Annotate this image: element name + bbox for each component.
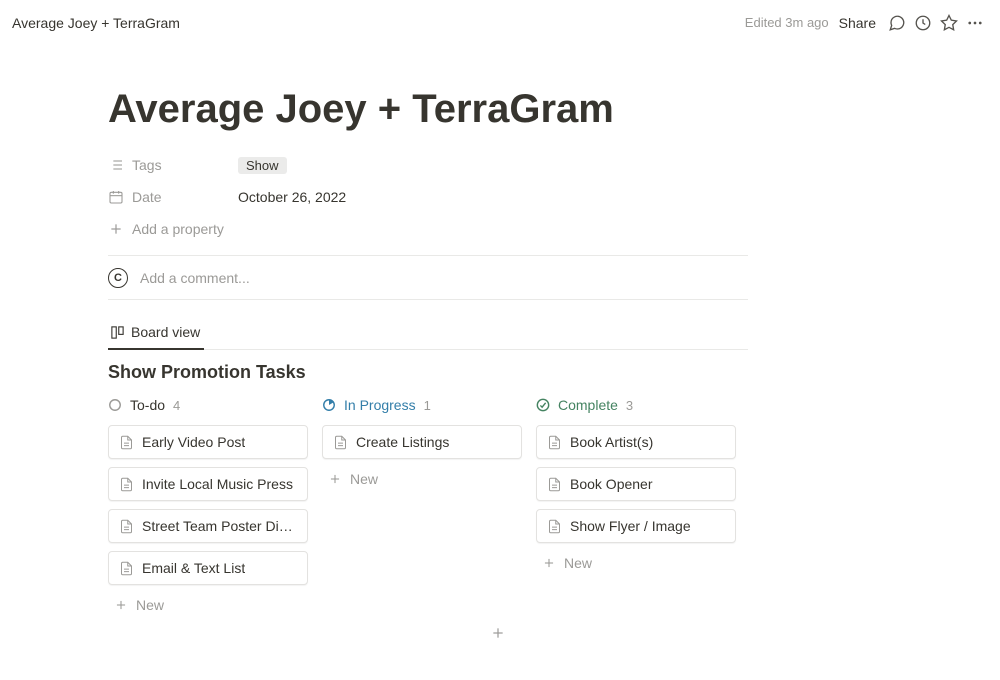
card[interactable]: Book Artist(s): [536, 425, 736, 459]
card[interactable]: Street Team Poster Distribution: [108, 509, 308, 543]
new-card-button[interactable]: New: [108, 593, 308, 617]
status-complete-icon: [536, 398, 550, 412]
column-header-complete[interactable]: Complete 3: [536, 393, 736, 417]
plus-icon: [108, 221, 124, 237]
more-icon[interactable]: [962, 10, 988, 36]
date-value[interactable]: October 26, 2022: [238, 189, 346, 205]
property-tags[interactable]: Tags Show: [108, 149, 748, 181]
breadcrumb-title[interactable]: Average Joey + TerraGram: [12, 15, 180, 31]
topbar: Average Joey + TerraGram Edited 3m ago S…: [0, 0, 1000, 45]
page-icon: [119, 477, 134, 492]
board-icon: [110, 325, 125, 340]
database-title[interactable]: Show Promotion Tasks: [108, 362, 748, 383]
tab-board-view[interactable]: Board view: [108, 318, 204, 350]
status-inprogress-icon: [322, 398, 336, 412]
share-button[interactable]: Share: [839, 15, 876, 31]
column-header-todo[interactable]: To-do 4: [108, 393, 308, 417]
column-complete: Complete 3 Book Artist(s) Book Opener Sh…: [536, 393, 736, 617]
page-icon: [547, 477, 562, 492]
plus-icon: [114, 598, 128, 612]
column-todo: To-do 4 Early Video Post Invite Local Mu…: [108, 393, 308, 617]
column-header-inprogress[interactable]: In Progress 1: [322, 393, 522, 417]
favorite-icon[interactable]: [936, 10, 962, 36]
page-icon: [547, 519, 562, 534]
comments-icon[interactable]: [884, 10, 910, 36]
page-icon: [119, 519, 134, 534]
new-card-button[interactable]: New: [536, 551, 736, 575]
card[interactable]: Create Listings: [322, 425, 522, 459]
page-icon: [119, 561, 134, 576]
plus-icon: [490, 625, 506, 641]
page-icon: [119, 435, 134, 450]
card[interactable]: Invite Local Music Press: [108, 467, 308, 501]
plus-icon: [328, 472, 342, 486]
new-card-button[interactable]: New: [322, 467, 522, 491]
edited-time: Edited 3m ago: [745, 15, 829, 30]
add-block-button[interactable]: [490, 625, 506, 646]
card[interactable]: Book Opener: [536, 467, 736, 501]
view-tabs: Board view: [108, 318, 748, 350]
page-icon: [547, 435, 562, 450]
add-comment-row[interactable]: C Add a comment...: [108, 256, 748, 300]
comment-placeholder: Add a comment...: [140, 270, 250, 286]
calendar-icon: [108, 189, 124, 205]
property-tags-label: Tags: [108, 157, 238, 173]
card[interactable]: Show Flyer / Image: [536, 509, 736, 543]
property-date-label: Date: [108, 189, 238, 205]
page-title[interactable]: Average Joey + TerraGram: [108, 85, 748, 133]
plus-icon: [542, 556, 556, 570]
add-property-button[interactable]: Add a property: [108, 213, 748, 245]
card[interactable]: Email & Text List: [108, 551, 308, 585]
tag-chip[interactable]: Show: [238, 157, 287, 174]
status-todo-icon: [108, 398, 122, 412]
list-icon: [108, 157, 124, 173]
card[interactable]: Early Video Post: [108, 425, 308, 459]
updates-icon[interactable]: [910, 10, 936, 36]
column-inprogress: In Progress 1 Create Listings New: [322, 393, 522, 617]
avatar: C: [108, 268, 128, 288]
board: To-do 4 Early Video Post Invite Local Mu…: [108, 393, 748, 617]
property-date[interactable]: Date October 26, 2022: [108, 181, 748, 213]
page-icon: [333, 435, 348, 450]
